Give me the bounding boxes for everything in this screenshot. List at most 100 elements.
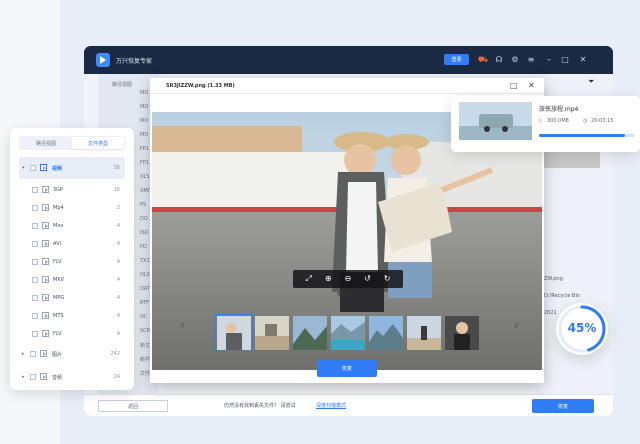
- preview-header: SR3JIZZW.png (1.33 MB) □ ✕: [150, 78, 544, 94]
- thumbnail[interactable]: [331, 316, 365, 350]
- thumbnail[interactable]: [407, 316, 441, 350]
- progress-fill: [539, 134, 626, 137]
- item-count: 4: [116, 313, 120, 319]
- info-date: 2021: [544, 310, 557, 316]
- list-item[interactable]: Mp4 2: [10, 203, 134, 215]
- checkbox[interactable]: [32, 277, 38, 283]
- thumbnail[interactable]: [369, 316, 403, 350]
- category-label: 图片: [52, 352, 63, 358]
- item-count: 4: [116, 295, 120, 301]
- checkbox[interactable]: [32, 241, 38, 247]
- app-title: 万兴恢复专家: [116, 57, 153, 65]
- cart-icon[interactable]: ⛟: [478, 55, 488, 65]
- item-count: 4: [116, 277, 120, 283]
- list-item[interactable]: FLV 4: [10, 329, 134, 341]
- checkbox[interactable]: [32, 223, 38, 229]
- thumbnail[interactable]: [293, 316, 327, 350]
- file-size-icon: ▯: [539, 118, 542, 124]
- checkbox[interactable]: [30, 165, 36, 171]
- thumbnail[interactable]: [255, 316, 289, 350]
- prev-arrow-icon[interactable]: ‹: [180, 318, 185, 332]
- list-item[interactable]: 3GP 16: [10, 185, 134, 197]
- checkbox[interactable]: [32, 295, 38, 301]
- clock-icon: ◷: [583, 118, 588, 124]
- list-item[interactable]: FLV 4: [10, 257, 134, 269]
- video-file-icon: [42, 240, 49, 247]
- preview-file-title: SR3JIZZW.png (1.33 MB): [166, 83, 235, 89]
- audio-icon: [40, 373, 47, 380]
- video-file-icon: [42, 276, 49, 283]
- title-bar: 万兴恢复专家 登录 ⛟ ☊ ⚙ ≡ – □ ✕: [84, 46, 613, 74]
- login-button[interactable]: 登录: [444, 54, 469, 65]
- checkbox[interactable]: [32, 205, 38, 211]
- item-label: FLV: [53, 259, 62, 265]
- item-count: 4: [116, 241, 120, 247]
- list-item[interactable]: MKV 4: [10, 275, 134, 287]
- item-label: MKV: [53, 277, 65, 283]
- list-item[interactable]: MPG 4: [10, 293, 134, 305]
- video-file-icon: [42, 186, 49, 193]
- tab-path-view[interactable]: 路径视图: [20, 137, 72, 149]
- progress-badge: 45%: [556, 303, 608, 355]
- item-count: 4: [116, 331, 120, 337]
- item-count: 2: [116, 205, 120, 211]
- list-item[interactable]: AVI 4: [10, 239, 134, 251]
- collapse-caret-icon[interactable]: ▸: [22, 374, 25, 380]
- video-thumbnail: [459, 102, 532, 140]
- menu-icon[interactable]: ≡: [526, 55, 536, 65]
- recovery-progress-card: 旅侠旅程.mp4 ▯ 300.0M8 ◷ 20:03:15: [451, 96, 640, 152]
- info-filename: ZW.png: [544, 276, 563, 282]
- view-switch: 路径视图 文件类型: [19, 136, 125, 150]
- video-file-icon: [42, 258, 49, 265]
- collapse-caret-icon[interactable]: ▸: [22, 351, 25, 357]
- close-preview-icon[interactable]: ✕: [528, 81, 535, 91]
- checkbox[interactable]: [32, 187, 38, 193]
- deep-scan-link[interactable]: 深度扫描模式: [316, 402, 346, 409]
- list-item[interactable]: MTS 4: [10, 311, 134, 323]
- thumbnail[interactable]: [215, 314, 253, 352]
- headset-icon[interactable]: ☊: [494, 55, 504, 65]
- progress-size: 300.0M8: [547, 118, 569, 124]
- recover-button[interactable]: 恢复: [317, 360, 377, 377]
- checkbox[interactable]: [30, 351, 36, 357]
- item-label: MTS: [53, 313, 64, 319]
- rotate-left-icon[interactable]: ↺: [364, 275, 371, 283]
- path-view-label[interactable]: 路径视图: [112, 81, 132, 88]
- zoom-toolbar: ⤢ ⊕ ⊖ ↺ ↻: [293, 270, 403, 288]
- filter-icon[interactable]: ⏷: [588, 77, 594, 87]
- expand-caret-icon[interactable]: ▾: [22, 165, 25, 171]
- close-icon[interactable]: ✕: [578, 55, 588, 65]
- checkbox[interactable]: [32, 313, 38, 319]
- back-button[interactable]: 返回: [98, 400, 168, 412]
- rotate-right-icon[interactable]: ↻: [384, 275, 391, 283]
- bottom-bar: 返回 仍然没有找到丢失文件？ 请尝试 深度扫描模式 恢复: [84, 394, 613, 416]
- category-label: 音频: [52, 375, 63, 381]
- fit-screen-icon[interactable]: ⤢: [305, 275, 311, 283]
- checkbox[interactable]: [32, 259, 38, 265]
- zoom-in-icon[interactable]: ⊕: [325, 275, 332, 283]
- category-count: 36: [113, 165, 120, 171]
- maximize-icon[interactable]: □: [560, 55, 570, 65]
- thumbnail[interactable]: [445, 316, 479, 350]
- item-label: Mp4: [53, 205, 64, 211]
- progress-time: 20:03:15: [591, 118, 614, 124]
- related-photos-label: 相似照片: [336, 292, 357, 298]
- next-arrow-icon[interactable]: ›: [514, 318, 519, 332]
- video-file-icon: [42, 330, 49, 337]
- item-label: AVI: [53, 241, 61, 247]
- restore-window-icon[interactable]: □: [510, 81, 518, 91]
- item-label: Mov: [53, 223, 64, 229]
- minimize-icon[interactable]: –: [544, 55, 554, 65]
- settings-icon[interactable]: ⚙: [510, 55, 520, 65]
- checkbox[interactable]: [32, 331, 38, 337]
- list-item[interactable]: Mov 4: [10, 221, 134, 233]
- tab-file-type[interactable]: 文件类型: [72, 137, 124, 149]
- checkbox[interactable]: [30, 374, 36, 380]
- hint-text: 仍然没有找到丢失文件？ 请尝试: [224, 403, 296, 409]
- item-label: 3GP: [53, 187, 64, 193]
- video-icon: [40, 164, 47, 171]
- file-type-panel: 路径视图 文件类型 ▾ 视频 36 3GP 16 Mp4 2 Mov 4 AVI…: [10, 128, 134, 390]
- zoom-out-icon[interactable]: ⊖: [344, 275, 351, 283]
- recover-button-main[interactable]: 恢复: [532, 399, 594, 413]
- item-count: 16: [113, 187, 120, 193]
